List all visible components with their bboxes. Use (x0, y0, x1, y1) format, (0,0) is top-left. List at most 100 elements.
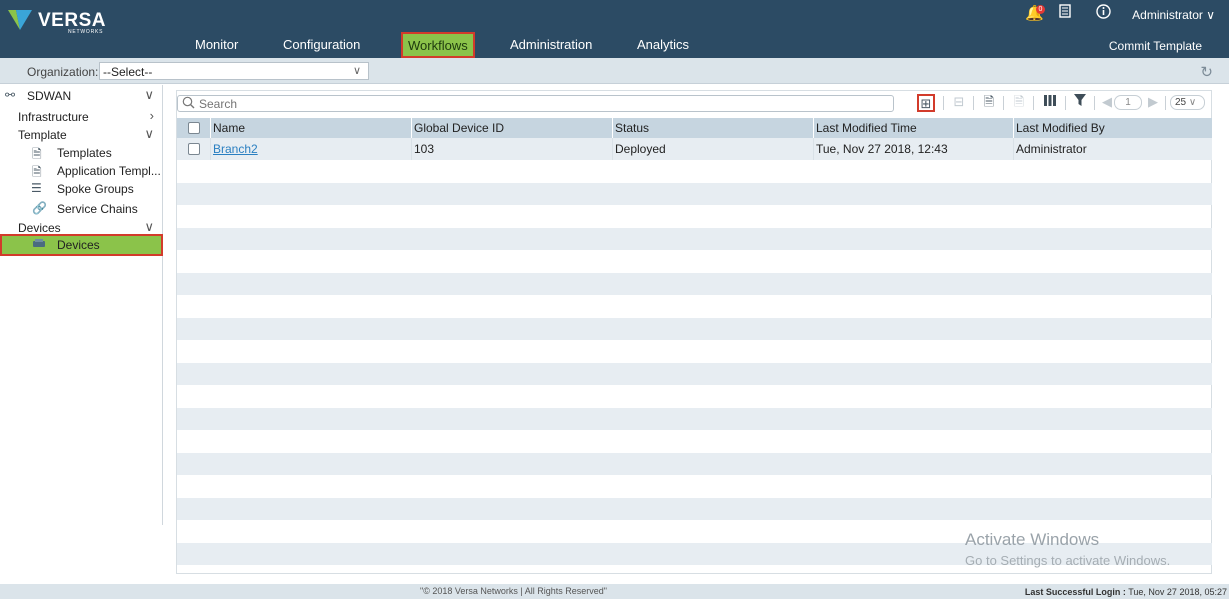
empty-row (177, 363, 1212, 385)
main-panel: ⊞ ⊟ 🗎 🗎 ◀ 1 ▶ 25 ∨ Name Global Device ID… (176, 90, 1212, 574)
user-name: Administrator (1132, 8, 1203, 22)
delete-button[interactable]: ⊟ (950, 94, 968, 112)
column-header-last-modified-by[interactable]: Last Modified By (1013, 118, 1212, 138)
import-icon[interactable]: 🗎 (980, 94, 998, 112)
table-row[interactable]: Branch2 103 Deployed Tue, Nov 27 2018, 1… (177, 138, 1212, 160)
chevron-down-icon: ∨ (144, 219, 154, 234)
stack-icon: ☰ (31, 181, 42, 195)
toolbar-divider (1094, 96, 1095, 110)
sidebar-item-label: Spoke Groups (57, 182, 134, 196)
search-input[interactable] (199, 97, 879, 110)
sidebar-item-application-templates[interactable]: 🗎 Application Templ... (0, 162, 163, 180)
toolbar-divider (1065, 96, 1066, 110)
refresh-icon[interactable]: ↻ (1200, 63, 1213, 81)
filter-icon[interactable] (1071, 94, 1089, 112)
organization-label: Organization: (27, 65, 99, 79)
chevron-down-icon: ∨ (1206, 8, 1215, 22)
toolbar-divider (973, 96, 974, 110)
empty-row (177, 183, 1212, 205)
device-icon (32, 237, 46, 251)
empty-row (177, 498, 1212, 520)
device-name-link[interactable]: Branch2 (213, 142, 258, 156)
toolbar-divider (1003, 96, 1004, 110)
table-cell-status: Deployed (612, 138, 813, 160)
copyright-text: "© 2018 Versa Networks | All Rights Rese… (420, 586, 607, 596)
sidebar-item-label: Devices (18, 221, 61, 235)
sidebar-root-label: SDWAN (27, 89, 72, 103)
empty-row (177, 228, 1212, 250)
last-login-value: Tue, Nov 27 2018, 05:27 (1128, 587, 1227, 597)
chain-link-icon: 🔗 (32, 201, 47, 215)
sidebar-item-spoke-groups[interactable]: ☰ Spoke Groups (0, 180, 163, 198)
table-cell-last-modified-by: Administrator (1013, 138, 1212, 160)
sidebar-item-service-chains[interactable]: 🔗 Service Chains (0, 200, 163, 218)
nav-administration[interactable]: Administration (510, 34, 592, 56)
page-size-value: 25 (1175, 97, 1187, 108)
columns-icon[interactable] (1041, 94, 1059, 112)
page-size-select[interactable]: 25 ∨ (1170, 95, 1205, 110)
empty-row (177, 318, 1212, 340)
column-header-global-device-id[interactable]: Global Device ID (411, 118, 612, 138)
organization-value: --Select-- (103, 65, 153, 79)
watermark-subtitle: Go to Settings to activate Windows. (965, 553, 1171, 568)
nav-analytics[interactable]: Analytics (637, 34, 689, 56)
footer: "© 2018 Versa Networks | All Rights Rese… (0, 584, 1229, 599)
empty-row (177, 273, 1212, 295)
sidebar-item-devices[interactable]: Devices (0, 234, 163, 256)
next-page-icon[interactable]: ▶ (1144, 94, 1162, 112)
chevron-right-icon: › (149, 108, 154, 123)
top-header: VERSA NETWORKS Monitor Configuration Wor… (0, 0, 1229, 58)
sidebar-item-infrastructure[interactable]: Infrastructure › (0, 108, 163, 126)
sidebar-item-devices-group[interactable]: Devices ∨ (0, 219, 163, 237)
sidebar-item-label: Service Chains (57, 202, 138, 216)
chevron-down-icon: ∨ (352, 65, 361, 77)
toolbar-divider (1033, 96, 1034, 110)
last-login-label: Last Successful Login : (1024, 587, 1126, 597)
export-icon[interactable]: 🗎 (1010, 94, 1028, 112)
sidebar-item-label: Devices (57, 238, 100, 252)
last-login: Last Successful Login : Tue, Nov 27 2018… (1025, 587, 1227, 597)
table-header: Name Global Device ID Status Last Modifi… (177, 118, 1212, 138)
column-header-name[interactable]: Name (210, 118, 412, 138)
versa-logo[interactable]: VERSA NETWORKS (6, 6, 106, 35)
sidebar-item-label: Infrastructure (18, 110, 89, 124)
chevron-down-icon: ∨ (1188, 97, 1197, 108)
watermark-title: Activate Windows (965, 530, 1100, 549)
nav-configuration[interactable]: Configuration (283, 34, 360, 56)
empty-row (177, 453, 1212, 475)
column-header-last-modified-time[interactable]: Last Modified Time (813, 118, 1013, 138)
select-all-checkbox[interactable] (188, 122, 200, 134)
nav-workflows[interactable]: Workflows (401, 32, 475, 58)
search-box[interactable] (177, 95, 894, 112)
organization-bar: Organization: --Select-- ∨ ↻ (0, 58, 1229, 84)
sidebar-item-template[interactable]: Template ∨ (0, 126, 163, 144)
sidebar: ⚯ SDWAN ∨ Infrastructure › Template ∨ 🗎 … (0, 85, 163, 525)
toolbar-divider (943, 96, 944, 110)
sidebar-item-label: Templates (57, 146, 112, 160)
row-checkbox[interactable] (188, 143, 200, 155)
table-cell-name: Branch2 (210, 138, 412, 160)
user-menu[interactable]: Administrator ∨ (1132, 8, 1215, 22)
search-icon (182, 96, 195, 112)
info-icon[interactable] (1096, 4, 1111, 23)
task-list-icon[interactable] (1059, 4, 1071, 22)
notification-badge: 0 (1036, 5, 1045, 14)
page-number-input[interactable]: 1 (1114, 95, 1142, 110)
versa-logo-mark (8, 10, 32, 30)
sidebar-item-label: Application Templ... (57, 164, 161, 178)
main-nav: Monitor Configuration Workflows Administ… (0, 32, 1229, 58)
toolbar-divider (1165, 96, 1166, 110)
organization-select[interactable]: --Select-- ∨ (99, 62, 369, 80)
sidebar-item-templates[interactable]: 🗎 Templates (0, 144, 163, 162)
column-header-status[interactable]: Status (612, 118, 813, 138)
empty-row (177, 408, 1212, 430)
add-button[interactable]: ⊞ (917, 94, 935, 112)
sidebar-item-label: Template (18, 128, 67, 142)
chevron-down-icon: ∨ (144, 87, 154, 102)
table-cell-global-device-id: 103 (411, 138, 612, 160)
network-icon: ⚯ (5, 88, 16, 102)
sidebar-root-sdwan[interactable]: ⚯ SDWAN ∨ (0, 87, 163, 105)
commit-template-button[interactable]: Commit Template (1109, 39, 1202, 53)
nav-monitor[interactable]: Monitor (195, 34, 238, 56)
table-cell-last-modified-time: Tue, Nov 27 2018, 12:43 (813, 138, 1013, 160)
